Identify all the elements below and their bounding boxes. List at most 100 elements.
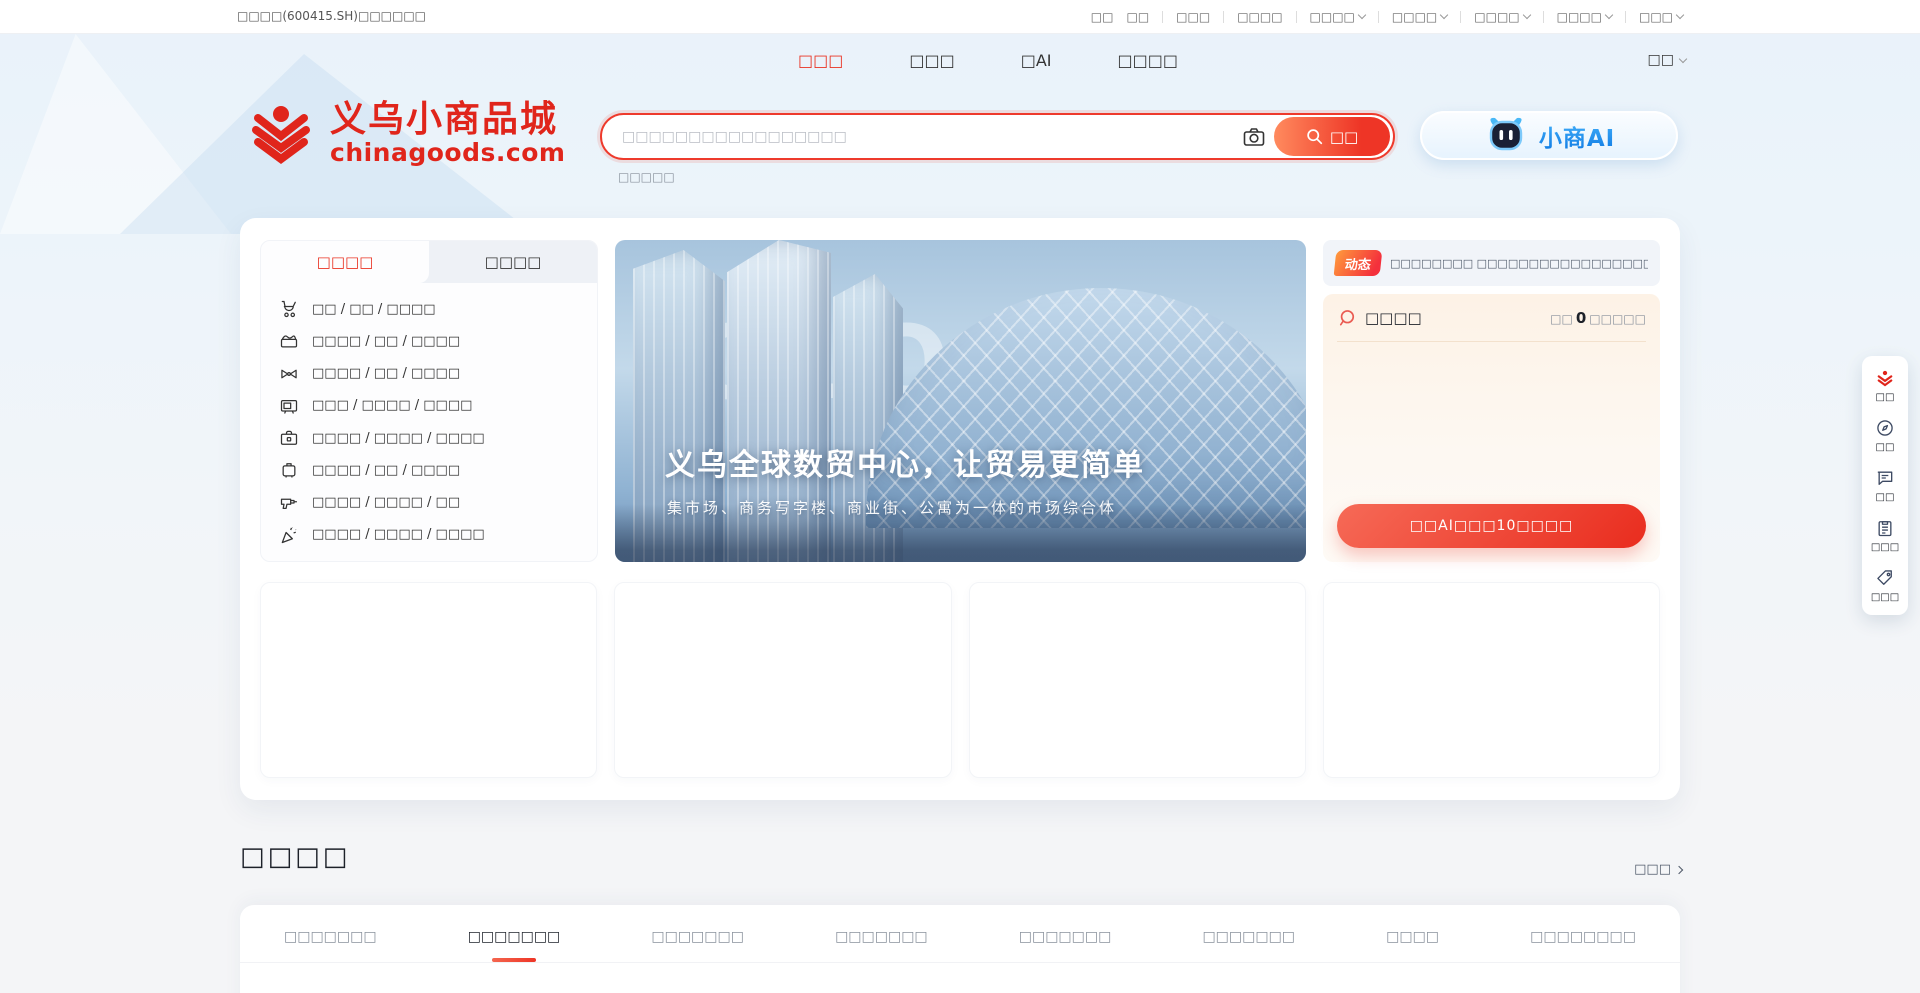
hero-banner[interactable]: GLOBAL 义乌全球数贸中心，让贸易更简单 集市场、商务写字楼、商业街、公寓为… <box>615 240 1306 562</box>
category-row[interactable]: □□□□ / □□□□ / □□□□ <box>265 519 593 550</box>
logo-text: 义乌小商品城 chinagoods.com <box>330 101 565 168</box>
category-tab-1[interactable]: □□□□ <box>261 241 429 283</box>
ai-purchase-button[interactable]: □□AI□□□10□□□□ <box>1337 504 1646 548</box>
category-row[interactable]: □□ / □□ / □□□□ <box>265 294 593 325</box>
tv-icon <box>279 396 299 416</box>
market-tab-1[interactable]: □□□□□□□ <box>284 929 377 962</box>
toolbar-coupon[interactable]: □□□ <box>1871 568 1899 603</box>
topbar-item-4[interactable]: □□□□ <box>1237 10 1282 24</box>
logo-chinese-name: 义乌小商品城 <box>330 101 565 139</box>
suitcase-icon <box>279 460 299 480</box>
hot-search-label: □□□□□ <box>618 170 675 184</box>
party-popper-icon <box>279 525 299 545</box>
nav-tab-ai[interactable]: □AI <box>1021 51 1052 70</box>
chevron-down-icon <box>1522 11 1530 19</box>
divider <box>1378 11 1379 23</box>
category-row[interactable]: □□□□ / □□□□ / □□□□ <box>265 423 593 454</box>
category-row[interactable]: □□□□ / □□ / □□□□ <box>265 358 593 389</box>
topbar: □□□□(600415.SH)□□□□□□ □□ □□ □□□ □□□□ □□□… <box>0 0 1920 34</box>
category-tab-2[interactable]: □□□□ <box>429 241 597 283</box>
chevron-down-icon <box>1358 11 1366 19</box>
banner-subtitle: 集市场、商务写字楼、商业街、公寓为一体的市场综合体 <box>667 497 1117 518</box>
topbar-dropdown-1[interactable]: □□□□ <box>1310 10 1365 24</box>
robot-icon <box>1483 114 1529 158</box>
xiaoshang-ai-button[interactable]: 小商AI <box>1420 111 1678 160</box>
logo-mark-icon <box>244 96 318 172</box>
divider <box>1625 11 1626 23</box>
category-row[interactable]: □□□□ / □□ / □□□□ <box>265 455 593 486</box>
topbar-item-3[interactable]: □□□ <box>1176 10 1210 24</box>
topbar-dropdown-4[interactable]: □□□□ <box>1557 10 1612 24</box>
tissue-box-icon <box>279 331 299 351</box>
placeholder-cards <box>260 582 1660 778</box>
market-tab-4[interactable]: □□□□□□□ <box>835 929 928 962</box>
nav-tab-2[interactable]: □□□ <box>909 51 954 70</box>
nav-tab-4[interactable]: □□□□ <box>1118 51 1178 70</box>
toolbar-message[interactable]: □□ <box>1875 468 1895 503</box>
category-tabs: □□□□ □□□□ <box>261 241 597 283</box>
topbar-dropdown-5[interactable]: □□□ <box>1639 10 1683 24</box>
drill-icon <box>279 493 299 513</box>
divider <box>1162 11 1163 23</box>
search-button[interactable]: □□ <box>1274 117 1390 156</box>
image-search-button[interactable] <box>1234 117 1274 157</box>
search-icon <box>1306 128 1323 145</box>
topbar-dropdown-3[interactable]: □□□□ <box>1474 10 1529 24</box>
market-tab-8[interactable]: □□□□□□□□ <box>1530 929 1636 962</box>
category-row[interactable]: □□□ / □□□□ / □□□□ <box>265 390 593 421</box>
category-list: □□ / □□ / □□□□ □□□□ / □□ / □□□□ □□□□ / □… <box>261 283 597 561</box>
topbar-menu: □□ □□ □□□ □□□□ □□□□ □□□□ □□□□ □□□□ □□□ <box>1091 0 1683 33</box>
camera-icon <box>1242 125 1266 149</box>
market-tab-7[interactable]: □□□□ <box>1386 929 1439 962</box>
chevron-down-icon <box>1440 11 1448 19</box>
news-ticker[interactable]: 动态 □□□□□□□□ □□□□□□□□□□□□□□□□□□ <box>1323 240 1660 286</box>
chat-icon <box>1875 468 1895 488</box>
site-logo[interactable]: 义乌小商品城 chinagoods.com <box>244 96 565 172</box>
category-row[interactable]: □□□□ / □□□□ / □□ <box>265 487 593 518</box>
company-stock-info: □□□□(600415.SH)□□□□□□ <box>237 0 426 33</box>
market-tab-2[interactable]: □□□□□□□ <box>468 929 561 962</box>
nav-tab-find-goods[interactable]: □□□ <box>798 51 843 70</box>
news-text: □□□□□□□□ □□□□□□□□□□□□□□□□□□ <box>1390 257 1648 270</box>
topbar-item-2[interactable]: □□ <box>1126 10 1149 24</box>
placeholder-card <box>260 582 597 778</box>
floating-toolbar: □□ □□ □□ □□□ □□□ <box>1862 356 1908 615</box>
divider <box>1296 11 1297 23</box>
language-selector[interactable]: □□ <box>1648 34 1686 86</box>
purchase-list-icon <box>1337 308 1357 328</box>
page: □□□□(600415.SH)□□□□□□ □□ □□ □□□ □□□□ □□□… <box>0 0 1920 993</box>
category-row[interactable]: □□□□ / □□ / □□□□ <box>265 326 593 357</box>
market-tab-5[interactable]: □□□□□□□ <box>1019 929 1112 962</box>
chevron-down-icon <box>1676 11 1684 19</box>
search-input[interactable] <box>602 115 1234 158</box>
toolbar-list[interactable]: □□□ <box>1871 518 1899 553</box>
right-column: 动态 □□□□□□□□ □□□□□□□□□□□□□□□□□□ □□□□ □□0□… <box>1323 240 1660 562</box>
header: 义乌小商品城 chinagoods.com □□ □□□□□ <box>0 88 1920 200</box>
purchase-list-panel: □□□□ □□0□□□□□ □□AI□□□10□□□□ <box>1323 294 1660 562</box>
markets-card: □□□□□□□ □□□□□□□ □□□□□□□ □□□□□□□ □□□□□□□ … <box>240 905 1680 993</box>
briefcase-icon <box>279 428 299 448</box>
ai-button-label: 小商AI <box>1539 119 1615 153</box>
topbar-item-1[interactable]: □□ <box>1091 10 1114 24</box>
search-bar: □□ <box>600 113 1395 160</box>
toolbar-explore[interactable]: □□ <box>1875 418 1895 453</box>
purchase-list-title: □□□□ <box>1365 309 1422 327</box>
divider <box>1223 11 1224 23</box>
topbar-dropdown-2[interactable]: □□□□ <box>1392 10 1447 24</box>
main-panel: □□□□ □□□□ □□ / □□ / □□□□ □□□□ / □□ / □□□… <box>240 218 1680 800</box>
market-tabs: □□□□□□□ □□□□□□□ □□□□□□□ □□□□□□□ □□□□□□□ … <box>240 905 1680 963</box>
news-badge: 动态 <box>1334 250 1383 276</box>
clipboard-icon <box>1875 518 1895 538</box>
divider <box>1543 11 1544 23</box>
banner-title: 义乌全球数贸中心，让贸易更简单 <box>665 440 1145 484</box>
bow-icon <box>279 364 299 384</box>
section-more-link[interactable]: □□□ <box>1634 862 1682 877</box>
compass-icon <box>1875 418 1895 438</box>
purchase-count: □□0□□□□□ <box>1550 309 1646 327</box>
market-tab-6[interactable]: □□□□□□□ <box>1202 929 1295 962</box>
main-nav: □□□ □□□ □AI □□□□ □□ <box>0 34 1920 86</box>
toolbar-home[interactable]: □□ <box>1875 368 1895 403</box>
logo-icon <box>1875 368 1895 388</box>
chevron-right-icon <box>1675 865 1683 873</box>
market-tab-3[interactable]: □□□□□□□ <box>651 929 744 962</box>
